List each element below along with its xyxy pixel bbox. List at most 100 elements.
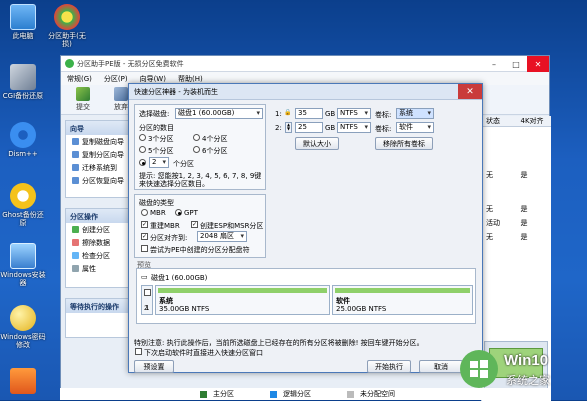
- hint-text: 提示: 您能按1, 2, 3, 4, 5, 6, 7, 8, 9键来快速选择分区…: [139, 172, 262, 188]
- radio-custom-count[interactable]: [139, 159, 146, 166]
- partition1-size-input[interactable]: 35: [295, 108, 323, 119]
- undo-icon: [114, 87, 128, 101]
- desktop-icon-label: 分区助手(无损): [48, 32, 86, 48]
- count-label: 分区的数目: [139, 124, 174, 132]
- cancel-button[interactable]: 取消: [419, 360, 463, 373]
- menu-partition[interactable]: 分区(P): [104, 74, 128, 84]
- align-checkbox[interactable]: ✓: [141, 233, 148, 240]
- desktop-icon-extra[interactable]: [0, 368, 46, 396]
- partition-usage-bar: [158, 288, 327, 293]
- desktop-icon-partition-assistant[interactable]: 分区助手(无损): [44, 4, 90, 48]
- desktop-icon-dism[interactable]: Dism++: [0, 122, 46, 158]
- minimize-button[interactable]: –: [483, 56, 505, 72]
- presets-button[interactable]: 预设置: [134, 360, 174, 373]
- op-check-partition[interactable]: 检查分区: [66, 249, 132, 262]
- radio-5-partitions[interactable]: [139, 146, 146, 153]
- partition1-label-select[interactable]: 系统: [396, 108, 434, 119]
- create-icon: [72, 226, 79, 233]
- next-start-checkbox[interactable]: [135, 348, 142, 355]
- computer-icon: [10, 4, 36, 30]
- installer-icon: [10, 243, 36, 269]
- main-title-bar: 分区助手PE版 - 无损分区免费软件: [61, 56, 549, 72]
- table-row[interactable]: 无是: [482, 202, 551, 216]
- wizard-migrate-os[interactable]: 迁移系统到: [66, 161, 132, 174]
- partition-count-group: 选择磁盘: 磁盘1 (60.00GB) 分区的数目 3个分区 4个分区 5个分区…: [134, 104, 266, 190]
- partition2-spinner[interactable]: ▲ ▼: [285, 122, 292, 133]
- op-properties[interactable]: 属性: [66, 262, 132, 275]
- select-disk-dropdown[interactable]: 磁盘1 (60.00GB): [175, 108, 263, 119]
- partition2-label-select[interactable]: 软件: [396, 122, 434, 133]
- pending-ops-panel: 等待执行的操作: [65, 298, 133, 338]
- partition-ops-panel: 分区操作 创建分区 擦除数据 检查分区 属性: [65, 208, 133, 288]
- radio-gpt[interactable]: [175, 209, 182, 216]
- desktop-icon-label: CGI备份还原: [2, 92, 44, 100]
- table-row[interactable]: 活动是: [482, 216, 551, 230]
- preview-disk-checkbox[interactable]: [144, 289, 151, 296]
- check-icon: [76, 87, 90, 101]
- wizard-copy-disk[interactable]: 复制磁盘向导: [66, 135, 132, 148]
- key-icon: [10, 305, 36, 331]
- submit-button[interactable]: 提交: [69, 87, 97, 112]
- partition1-fs-select[interactable]: NTFS: [337, 108, 371, 119]
- pending-header: 等待执行的操作: [66, 299, 132, 313]
- dialog-close-button[interactable]: ✕: [458, 84, 482, 99]
- radio-3-partitions[interactable]: [139, 134, 146, 141]
- disk-icon: ▭: [141, 273, 148, 281]
- legend-primary: 主分区: [213, 390, 234, 398]
- dialog-title: 快速分区神器 - 为装机而生: [129, 84, 482, 100]
- unallocated-legend-icon: [347, 390, 354, 398]
- remove-labels-button[interactable]: 移除所有卷标: [375, 137, 433, 150]
- watermark-brand: Win10: [504, 352, 549, 369]
- window-controls: – □ ✕: [483, 56, 549, 72]
- quick-partition-dialog: 快速分区神器 - 为装机而生 ✕ 选择磁盘: 磁盘1 (60.00GB) 分区的…: [128, 83, 483, 373]
- custom-count-select[interactable]: 2: [149, 157, 169, 168]
- menu-general[interactable]: 常规(G): [67, 74, 92, 84]
- legend-unallocated: 未分配空间: [360, 390, 395, 398]
- default-size-button[interactable]: 默认大小: [295, 137, 339, 150]
- desktop-icon-label: Windows安装器: [0, 271, 46, 287]
- partition2-fs-select[interactable]: NTFS: [337, 122, 371, 133]
- preview-box: ▭ 磁盘1 (60.00GB) 1 系统 35.00GB NTFS 软件 25.…: [136, 268, 476, 324]
- desktop-icon-label: 此电脑: [12, 32, 34, 40]
- col-4k-align: 4K对齐: [520, 117, 544, 125]
- desktop-icon-this-pc[interactable]: 此电脑: [0, 4, 46, 40]
- maximize-button[interactable]: □: [505, 56, 527, 72]
- table-row[interactable]: 无是: [482, 230, 551, 244]
- migrate-icon: [72, 164, 79, 171]
- op-wipe-data[interactable]: 擦除数据: [66, 236, 132, 249]
- create-esp-checkbox[interactable]: ✓: [191, 221, 198, 228]
- desktop-icon-ghost[interactable]: Ghost备份还原: [0, 183, 46, 227]
- app-icon: [10, 368, 36, 394]
- menu-help[interactable]: 帮助(H): [178, 74, 203, 84]
- preview-partition-2[interactable]: 软件 25.00GB NTFS: [332, 285, 473, 315]
- preview-partition-1[interactable]: 系统 35.00GB NTFS: [155, 285, 330, 315]
- rebuild-mbr-checkbox[interactable]: ✓: [141, 221, 148, 228]
- assign-letter-checkbox[interactable]: [141, 245, 148, 252]
- close-button[interactable]: ✕: [527, 56, 549, 72]
- select-disk-label: 选择磁盘:: [139, 110, 170, 118]
- radio-mbr[interactable]: [141, 209, 148, 216]
- desktop-icon-windows-installer[interactable]: Windows安装器: [0, 243, 46, 287]
- desktop-icon-label: Dism++: [8, 150, 38, 158]
- align-sectors-select[interactable]: 2048 扇区: [197, 231, 247, 242]
- preview-disk-name: 磁盘1 (60.00GB): [151, 274, 208, 282]
- radio-4-partitions[interactable]: [193, 134, 200, 141]
- disk-type-group: 磁盘的类型 MBR GPT ✓ 重建MBR ✓ 创建ESP和MSR分区 ✓ 分区…: [134, 194, 266, 258]
- menu-wizard[interactable]: 向导(W): [140, 74, 166, 84]
- op-create-partition[interactable]: 创建分区: [66, 223, 132, 236]
- partition-usage-bar: [335, 288, 470, 293]
- gear-icon: [10, 122, 36, 148]
- copy-disk-icon: [72, 138, 79, 145]
- check-partition-icon: [72, 252, 79, 259]
- wizard-header: 向导: [66, 121, 132, 135]
- desktop-icon-cgi[interactable]: CGI备份还原: [0, 64, 46, 100]
- wizard-copy-partition[interactable]: 复制分区向导: [66, 148, 132, 161]
- disk-type-label: 磁盘的类型: [139, 199, 174, 207]
- start-button[interactable]: 开始执行: [367, 360, 411, 373]
- primary-legend-icon: [200, 390, 207, 398]
- radio-6-partitions[interactable]: [193, 146, 200, 153]
- partition2-size-input[interactable]: 25: [295, 122, 323, 133]
- desktop-icon-password[interactable]: Windows密码修改: [0, 305, 46, 349]
- wizard-recover[interactable]: 分区恢复向导: [66, 174, 132, 187]
- table-row[interactable]: 无是: [482, 168, 551, 182]
